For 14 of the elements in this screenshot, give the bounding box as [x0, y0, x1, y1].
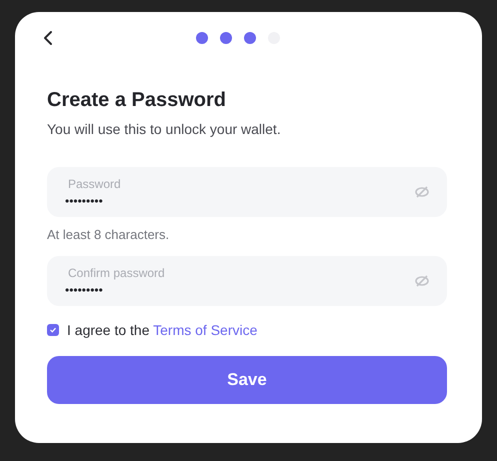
field-label: Password: [67, 176, 122, 190]
terms-link[interactable]: Terms of Service: [153, 322, 258, 338]
masked-value: •••••••••: [65, 282, 104, 296]
checkbox[interactable]: [47, 324, 59, 336]
save-button[interactable]: Save: [47, 356, 447, 404]
agreement-text: I agree to the Terms of Service: [67, 322, 258, 338]
field-label: Confirm password: [67, 266, 166, 280]
masked-value: •••••••••: [65, 194, 104, 208]
subtitle: You will use this to unlock your wallet.: [47, 121, 282, 137]
check-icon: [49, 326, 57, 334]
password-field[interactable]: Password •••••••••: [47, 167, 447, 217]
field-hint: At least 8 characters.: [47, 227, 170, 242]
title: Create a Password: [47, 89, 227, 112]
password-field[interactable]: Confirm password •••••••••: [47, 256, 447, 306]
